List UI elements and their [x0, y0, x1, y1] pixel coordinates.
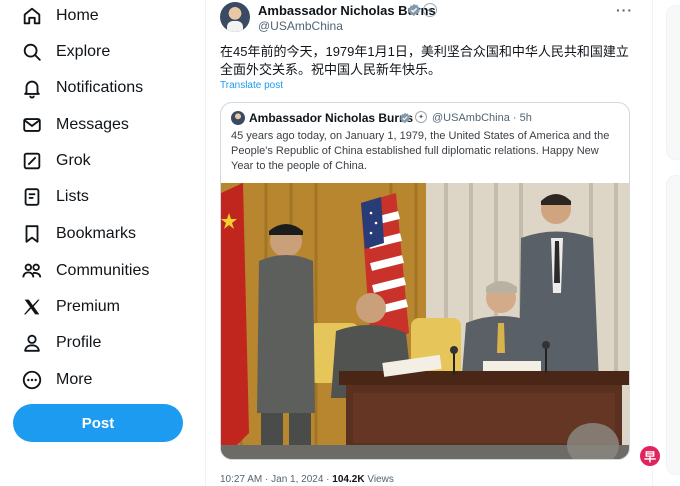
post-button[interactable]: Post: [13, 404, 183, 442]
nav-messages[interactable]: Messages: [20, 109, 129, 141]
verified-badge-icon: [407, 3, 421, 17]
quote-author-name: Ambassador Nicholas Burns: [249, 111, 414, 125]
people-icon: [20, 259, 44, 283]
column-divider-left: [205, 0, 206, 486]
nav-home-label: Home: [56, 7, 99, 24]
search-icon: [20, 40, 44, 64]
column-divider-right: [652, 0, 653, 486]
quote-government-seal-icon: ✦: [415, 111, 427, 123]
quote-photo[interactable]: [221, 183, 629, 459]
tweet-timestamp[interactable]: 10:27 AM · Jan 1, 2024 ·: [220, 474, 332, 485]
tweet-meta: 10:27 AM · Jan 1, 2024 · 104.2K Views: [220, 474, 394, 485]
nav-bookmarks-label: Bookmarks: [56, 225, 137, 242]
nav-profile-label: Profile: [56, 334, 102, 351]
nav-communities-label: Communities: [56, 262, 150, 279]
quoted-tweet[interactable]: Ambassador Nicholas Burns ✦ @USAmbChina …: [220, 102, 630, 460]
quote-author-avatar: [231, 111, 245, 125]
nav-messages-label: Messages: [56, 116, 129, 133]
quote-text: 45 years ago today, on January 1, 1979, …: [231, 130, 610, 172]
nav-more[interactable]: More: [20, 364, 92, 396]
nav-explore-label: Explore: [56, 43, 111, 60]
nav-grok[interactable]: Grok: [20, 145, 91, 177]
more-circle-icon: [20, 368, 44, 392]
nav-notifications[interactable]: Notifications: [20, 72, 143, 104]
sidebar-nav: Home Explore Notifications Messages Grok…: [0, 0, 205, 486]
nav-grok-label: Grok: [56, 152, 91, 169]
watermark-logo: 早: [640, 446, 660, 466]
nav-premium[interactable]: Premium: [20, 291, 120, 323]
envelope-icon: [20, 113, 44, 137]
translate-post-link[interactable]: Translate post: [220, 80, 283, 91]
views-count: 104.2K: [332, 474, 365, 485]
views-label: Views: [364, 474, 394, 485]
nav-communities[interactable]: Communities: [20, 255, 149, 287]
tweet: Ambassador Nicholas Burns ✦ @USAmbChina …: [220, 0, 642, 486]
nav-explore[interactable]: Explore: [20, 36, 110, 68]
home-icon: [20, 4, 44, 28]
nav-profile[interactable]: Profile: [20, 327, 101, 359]
person-icon: [20, 331, 44, 355]
list-icon: [20, 185, 44, 209]
nav-lists-label: Lists: [56, 188, 89, 205]
nav-bookmarks[interactable]: Bookmarks: [20, 218, 136, 250]
tweet-text: 在45年前的今天，1979年1月1日，美利坚合众国和中华人民共和国建立全面外交关…: [220, 44, 629, 77]
x-logo-icon: [20, 295, 44, 319]
quote-handle-time: @USAmbChina · 5h: [432, 112, 532, 124]
right-sidebar-card-bottom: [666, 175, 680, 475]
government-seal-icon: ✦: [423, 3, 437, 17]
bell-icon: [20, 76, 44, 100]
quote-verified-badge-icon: [399, 111, 411, 124]
nav-home[interactable]: Home: [20, 0, 99, 32]
nav-notifications-label: Notifications: [56, 79, 144, 96]
nav-lists[interactable]: Lists: [20, 181, 89, 213]
author-avatar[interactable]: [220, 2, 250, 32]
nav-more-label: More: [56, 371, 93, 388]
nav-premium-label: Premium: [56, 298, 121, 315]
author-handle[interactable]: @USAmbChina: [258, 19, 343, 33]
bookmark-icon: [20, 222, 44, 246]
grok-icon: [20, 149, 44, 173]
right-sidebar-card-top: [666, 5, 680, 160]
more-options-icon[interactable]: ···: [616, 2, 633, 18]
